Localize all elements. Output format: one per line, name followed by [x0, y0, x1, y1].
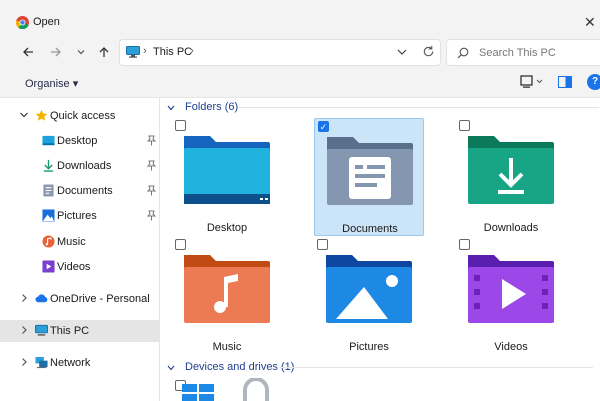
navigation-pane: Quick access Desktop Downloads Documents… [0, 98, 160, 401]
folder-music[interactable]: Music [172, 237, 282, 355]
folder-desktop[interactable]: Desktop [172, 118, 282, 236]
star-icon [35, 109, 48, 121]
group-label: Folders (6) [185, 101, 239, 113]
sidebar-item-label: OneDrive - Personal [50, 293, 150, 305]
checkbox-checked[interactable]: ✓ [318, 121, 329, 132]
group-divider [239, 107, 599, 108]
group-divider [279, 367, 593, 368]
recent-locations-button[interactable] [70, 41, 92, 63]
chevron-down-icon [77, 50, 85, 55]
organise-button[interactable]: Organise ▾ [25, 77, 78, 90]
pin-icon[interactable] [147, 210, 156, 221]
sidebar-item-label: Network [50, 357, 91, 369]
sidebar-item-this-pc[interactable]: This PC [0, 320, 159, 342]
chevron-down-icon[interactable] [167, 104, 175, 112]
sidebar-item-label: Music [57, 236, 86, 248]
folder-name: Downloads [483, 222, 539, 234]
folder-pictures[interactable]: Pictures [314, 237, 424, 355]
sidebar-item-label: This PC [50, 325, 90, 337]
documents-folder-icon [327, 137, 413, 205]
pictures-folder-icon [326, 255, 412, 323]
folder-name: Videos [494, 341, 528, 353]
checkbox[interactable] [175, 239, 186, 250]
sidebar-item-label: Documents [57, 185, 113, 197]
sidebar-item-pictures[interactable]: Pictures [0, 205, 159, 227]
desktop-icon [42, 135, 55, 146]
command-bar: Organise ▾ ? [0, 66, 600, 98]
up-button[interactable] [93, 41, 115, 63]
forward-button[interactable] [45, 41, 67, 63]
checkbox[interactable] [459, 239, 470, 250]
pin-icon[interactable] [147, 135, 156, 146]
arrow-left-icon [23, 47, 33, 57]
arrow-right-icon [51, 47, 61, 57]
back-button[interactable] [17, 41, 39, 63]
sidebar-item-label: Videos [57, 261, 91, 273]
chevron-down-icon[interactable] [19, 110, 29, 120]
title-bar: Open ✕ [0, 0, 600, 38]
folder-name: Pictures [349, 341, 389, 353]
folder-name: Desktop [206, 222, 248, 234]
search-box[interactable]: Search This PC [446, 39, 600, 66]
chevron-right-icon[interactable] [19, 293, 29, 303]
checkbox[interactable] [175, 120, 186, 131]
sidebar-item-label: Pictures [57, 210, 97, 222]
sidebar-item-quick-access[interactable]: Quick access [0, 105, 159, 127]
window-title: Open [33, 16, 60, 28]
file-list: Folders (6) Desktop ✓ Documents Download… [161, 98, 600, 401]
sidebar-item-music[interactable]: Music [0, 231, 159, 253]
chevron-right-icon[interactable] [19, 325, 29, 335]
sidebar-item-label: Desktop [57, 135, 98, 147]
sidebar-item-downloads[interactable]: Downloads [0, 155, 159, 177]
breadcrumb-separator[interactable]: › [190, 45, 194, 57]
cloud-icon [35, 294, 48, 303]
search-placeholder: Search This PC [479, 47, 556, 59]
chevron-right-icon[interactable] [19, 357, 29, 367]
pictures-icon [42, 209, 55, 222]
documents-icon [43, 184, 54, 197]
chrome-icon [16, 16, 29, 29]
sidebar-item-label: Downloads [57, 160, 112, 172]
folder-documents[interactable]: ✓ Documents [314, 118, 424, 236]
drive-icon[interactable] [241, 378, 271, 401]
sidebar-item-onedrive[interactable]: OneDrive - Personal [0, 288, 159, 310]
breadcrumb-this-pc[interactable]: This PC [153, 46, 192, 58]
pin-icon[interactable] [147, 160, 156, 171]
sidebar-item-documents[interactable]: Documents [0, 180, 159, 202]
pc-icon [126, 46, 140, 58]
sidebar-item-label: Quick access [50, 110, 116, 122]
arrow-up-icon [99, 47, 109, 57]
desktop-folder-icon [184, 136, 270, 204]
download-icon [43, 159, 54, 172]
folder-videos[interactable]: Videos [456, 237, 566, 355]
videos-folder-icon [468, 255, 554, 323]
breadcrumb-separator: › [143, 45, 147, 57]
checkbox[interactable] [317, 239, 328, 250]
checkbox[interactable] [459, 120, 470, 131]
navigation-bar: › This PC › Search This PC [0, 38, 600, 66]
network-icon [35, 356, 48, 369]
help-button[interactable]: ? [587, 74, 600, 90]
preview-pane-icon[interactable] [558, 76, 572, 88]
pin-icon[interactable] [147, 185, 156, 196]
folder-name: Documents [342, 223, 398, 235]
search-icon [457, 47, 469, 59]
close-button[interactable]: ✕ [584, 12, 600, 32]
downloads-folder-icon [468, 136, 554, 204]
folder-name: Music [212, 341, 242, 353]
music-icon [42, 235, 55, 248]
sidebar-item-videos[interactable]: Videos [0, 256, 159, 278]
address-bar[interactable]: › This PC › [119, 39, 441, 66]
refresh-icon[interactable] [422, 45, 435, 58]
view-icon[interactable] [520, 75, 544, 89]
videos-icon [42, 260, 55, 273]
sidebar-item-desktop[interactable]: Desktop [0, 130, 159, 152]
chevron-down-icon[interactable] [396, 46, 408, 58]
sidebar-item-network[interactable]: Network [0, 352, 159, 374]
folder-downloads[interactable]: Downloads [456, 118, 566, 236]
chevron-down-icon[interactable] [167, 364, 175, 372]
windows-drive-icon [182, 384, 214, 401]
pc-icon [35, 324, 48, 336]
music-folder-icon [184, 255, 270, 323]
